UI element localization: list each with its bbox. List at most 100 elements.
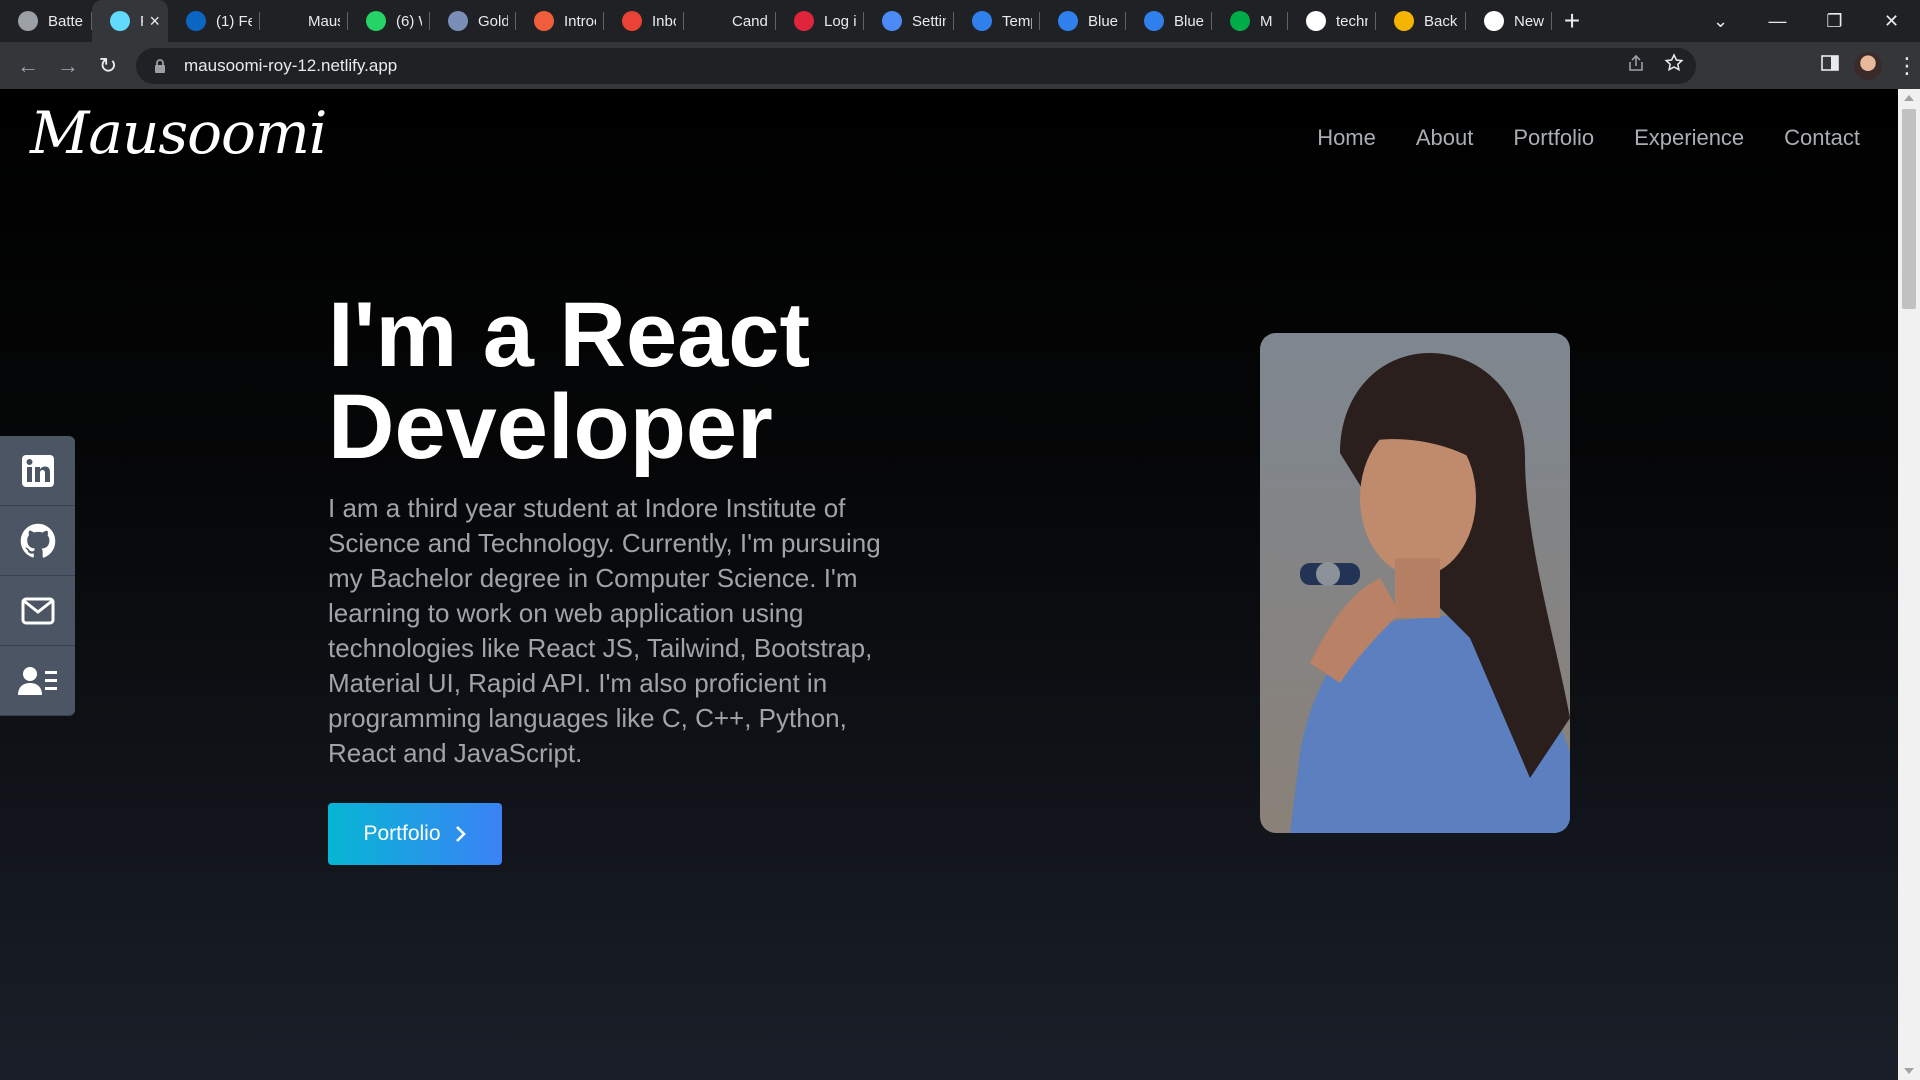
tab-title: (1) Fe <box>216 12 252 30</box>
whatsapp-icon <box>366 11 386 31</box>
browser-tab[interactable]: Blue I <box>1040 0 1126 42</box>
forward-button[interactable]: → <box>48 46 88 86</box>
portfolio-button[interactable]: Portfolio <box>328 803 502 865</box>
bookmark-star-icon[interactable] <box>1664 53 1684 78</box>
browser-tab[interactable]: Re × <box>92 0 168 42</box>
nav-experience[interactable]: Experience <box>1634 125 1744 151</box>
opera-icon <box>794 11 814 31</box>
page-viewport: Mausoomi Home About Portfolio Experience… <box>0 89 1898 1080</box>
social-github[interactable] <box>0 506 75 576</box>
scroll-thumb[interactable] <box>1902 109 1916 309</box>
tab-title: Goldr <box>478 12 508 30</box>
mail-icon <box>21 597 54 624</box>
browser-tab[interactable]: Log ir <box>776 0 864 42</box>
social-sidebar <box>0 436 75 716</box>
canva-icon <box>972 11 992 31</box>
browser-tab[interactable]: Temp <box>954 0 1040 42</box>
social-resume[interactable] <box>0 646 75 716</box>
lock-icon[interactable] <box>152 58 168 74</box>
browser-tab[interactable]: Blue & <box>1126 0 1212 42</box>
grid-icon <box>1394 11 1414 31</box>
tab-strip: Batte Re × (1) Fe Maus (6) W Goldr Introc Inbox C… <box>0 0 1920 42</box>
portfolio-button-label: Portfolio <box>363 822 441 845</box>
linkedin-icon <box>21 454 54 487</box>
reload-button[interactable]: ↻ <box>88 46 128 86</box>
social-linkedin[interactable] <box>0 436 75 506</box>
side-panel-icon[interactable] <box>1820 53 1840 78</box>
browser-toolbar: ← → ↻ mausoomi-roy-12.netlify.app ⋮ <box>0 42 1920 89</box>
gmail-icon <box>622 11 642 31</box>
tab-title: Blue & <box>1174 12 1204 30</box>
nav-about[interactable]: About <box>1416 125 1474 151</box>
tab-title: Blue I <box>1088 12 1118 30</box>
browser-tab[interactable]: M <box>1212 0 1288 42</box>
back-button[interactable]: ← <box>8 46 48 86</box>
hero-title-line1: I'm a React <box>328 284 811 386</box>
doc-icon <box>448 11 468 31</box>
tab-title: Maus <box>308 12 340 30</box>
share-icon[interactable] <box>1626 53 1646 78</box>
vertical-scrollbar[interactable] <box>1898 89 1920 1080</box>
resume-icon <box>17 666 57 695</box>
tab-title: Cand <box>732 12 768 30</box>
tab-search-icon[interactable]: ⌄ <box>1692 0 1749 42</box>
nav-home[interactable]: Home <box>1317 125 1376 151</box>
linkedin-icon <box>186 11 206 31</box>
browser-tab[interactable]: Introc <box>516 0 604 42</box>
browser-tab[interactable]: Maus <box>260 0 348 42</box>
browser-tab[interactable]: techn <box>1288 0 1376 42</box>
react-icon <box>110 11 130 31</box>
tab-title: Settin <box>912 12 946 30</box>
blank-icon <box>278 11 298 31</box>
tab-title: Re <box>140 13 143 30</box>
window-controls: ⌄ — ❐ ✕ <box>1692 0 1920 42</box>
tab-title: Temp <box>1002 12 1032 30</box>
meet-icon <box>1230 11 1250 31</box>
profile-photo <box>1260 333 1570 833</box>
browser-tab[interactable]: Settin <box>864 0 954 42</box>
hero-title: I'm a React Developer <box>328 289 1028 473</box>
tab-title: (6) W <box>396 12 422 30</box>
nav-contact[interactable]: Contact <box>1784 125 1860 151</box>
chevron-right-icon <box>455 826 466 842</box>
browser-tab[interactable]: (6) W <box>348 0 430 42</box>
site-logo[interactable]: Mausoomi <box>30 99 327 167</box>
address-bar[interactable]: mausoomi-roy-12.netlify.app <box>136 47 1696 84</box>
browser-tab[interactable]: (1) Fe <box>168 0 260 42</box>
tab-title: M <box>1260 12 1273 30</box>
scroll-up-arrow[interactable] <box>1904 95 1914 101</box>
tab-title: Batte <box>48 12 84 30</box>
hero-title-line2: Developer <box>328 376 773 478</box>
tab-title: Inbox <box>652 12 676 30</box>
browser-tab[interactable]: Backg <box>1376 0 1466 42</box>
browser-tab[interactable]: Cand <box>684 0 776 42</box>
browser-tab[interactable]: New <box>1466 0 1552 42</box>
main-nav: Home About Portfolio Experience Contact <box>1317 125 1860 151</box>
nav-portfolio[interactable]: Portfolio <box>1513 125 1594 151</box>
menu-kebab-icon[interactable]: ⋮ <box>1896 53 1918 79</box>
browser-tab[interactable]: Inbox <box>604 0 684 42</box>
canva-icon <box>1144 11 1164 31</box>
tab-list: Batte Re × (1) Fe Maus (6) W Goldr Introc Inbox C… <box>0 0 1552 42</box>
profile-avatar[interactable] <box>1854 51 1882 80</box>
minimize-button[interactable]: — <box>1749 0 1806 42</box>
tab-title: Log ir <box>824 12 856 30</box>
tab-title: New <box>1514 12 1544 30</box>
hero-description: I am a third year student at Indore Inst… <box>328 493 881 768</box>
close-window-button[interactable]: ✕ <box>1863 0 1920 42</box>
github-icon <box>1484 11 1504 31</box>
browser-tab[interactable]: Batte <box>0 0 92 42</box>
tab-title: Backg <box>1424 12 1458 30</box>
restore-button[interactable]: ❐ <box>1806 0 1863 42</box>
url-text[interactable]: mausoomi-roy-12.netlify.app <box>184 56 397 76</box>
browser-tab[interactable]: Goldr <box>430 0 516 42</box>
globe-icon <box>18 11 38 31</box>
tab-close-icon[interactable]: × <box>149 11 160 32</box>
new-tab-button[interactable]: + <box>1552 0 1592 42</box>
arc-icon <box>534 11 554 31</box>
google-icon <box>1306 11 1326 31</box>
tab-title: techn <box>1336 12 1368 30</box>
scroll-down-arrow[interactable] <box>1904 1068 1914 1074</box>
tab-title: Introc <box>564 12 596 30</box>
social-email[interactable] <box>0 576 75 646</box>
